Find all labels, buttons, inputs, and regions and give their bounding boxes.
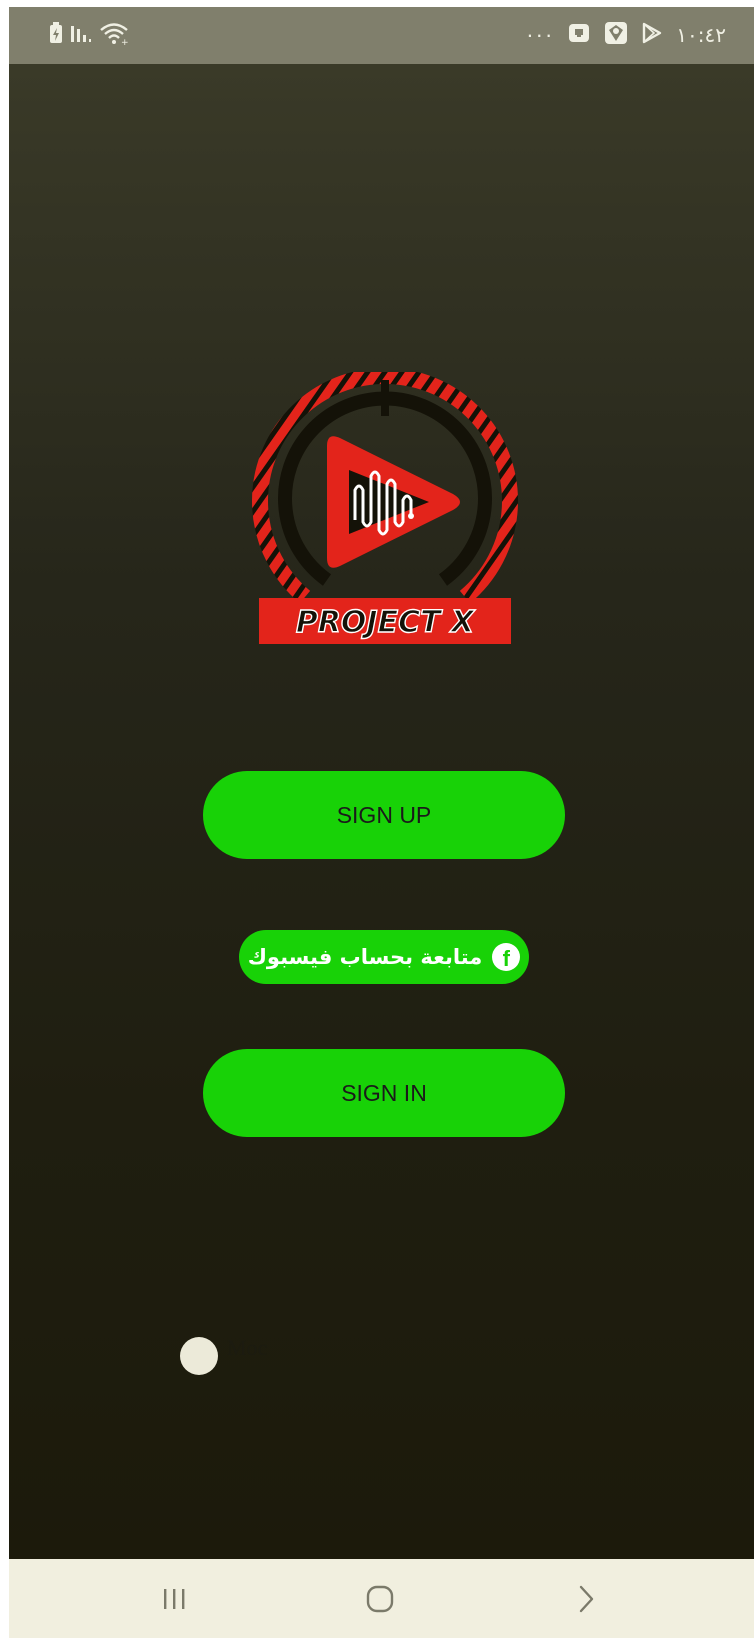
sign-in-label: SIGN IN xyxy=(341,1079,427,1106)
facebook-login-button[interactable]: متابعة بحساب فيسبوك f xyxy=(239,930,529,984)
status-right: ··· ١٠:٤٢ xyxy=(526,21,726,49)
recents-icon[interactable] xyxy=(154,1579,194,1619)
notification-icon xyxy=(568,22,590,49)
mode-toggle[interactable]: Moc xyxy=(180,1335,300,1385)
wifi-icon: + xyxy=(99,21,129,50)
app-content: PROJECT X SIGN UP متابعة بحساب فيسبوك f … xyxy=(9,64,754,1559)
signal-icon xyxy=(69,22,93,49)
facebook-icon: f xyxy=(492,943,521,971)
battery-charging-icon xyxy=(49,21,63,49)
sign-in-button[interactable]: SIGN IN xyxy=(203,1049,565,1137)
status-overflow-dots: ··· xyxy=(526,22,555,47)
status-left: + xyxy=(49,21,129,50)
sign-up-button[interactable]: SIGN UP xyxy=(203,771,565,859)
toggle-knob[interactable] xyxy=(180,1337,218,1375)
facebook-login-label: متابعة بحساب فيسبوك xyxy=(247,945,483,969)
sign-up-label: SIGN UP xyxy=(336,801,432,828)
status-bar: + ··· ١٠:٤٢ xyxy=(9,7,754,64)
back-icon[interactable] xyxy=(566,1579,606,1619)
project-x-logo: PROJECT X xyxy=(245,367,525,652)
navigation-bar xyxy=(9,1559,754,1638)
status-time: ١٠:٤٢ xyxy=(676,23,726,47)
logo-brand-text: PROJECT X xyxy=(296,605,476,640)
screen: + ··· ١٠:٤٢ PROJECT X SIGN UP متابعة بحس… xyxy=(9,7,754,1638)
vpn-icon xyxy=(604,21,628,50)
toggle-label: Moc xyxy=(227,1335,268,1360)
play-store-icon xyxy=(642,22,662,49)
svg-text:+: + xyxy=(121,38,129,45)
home-icon[interactable] xyxy=(360,1579,400,1619)
